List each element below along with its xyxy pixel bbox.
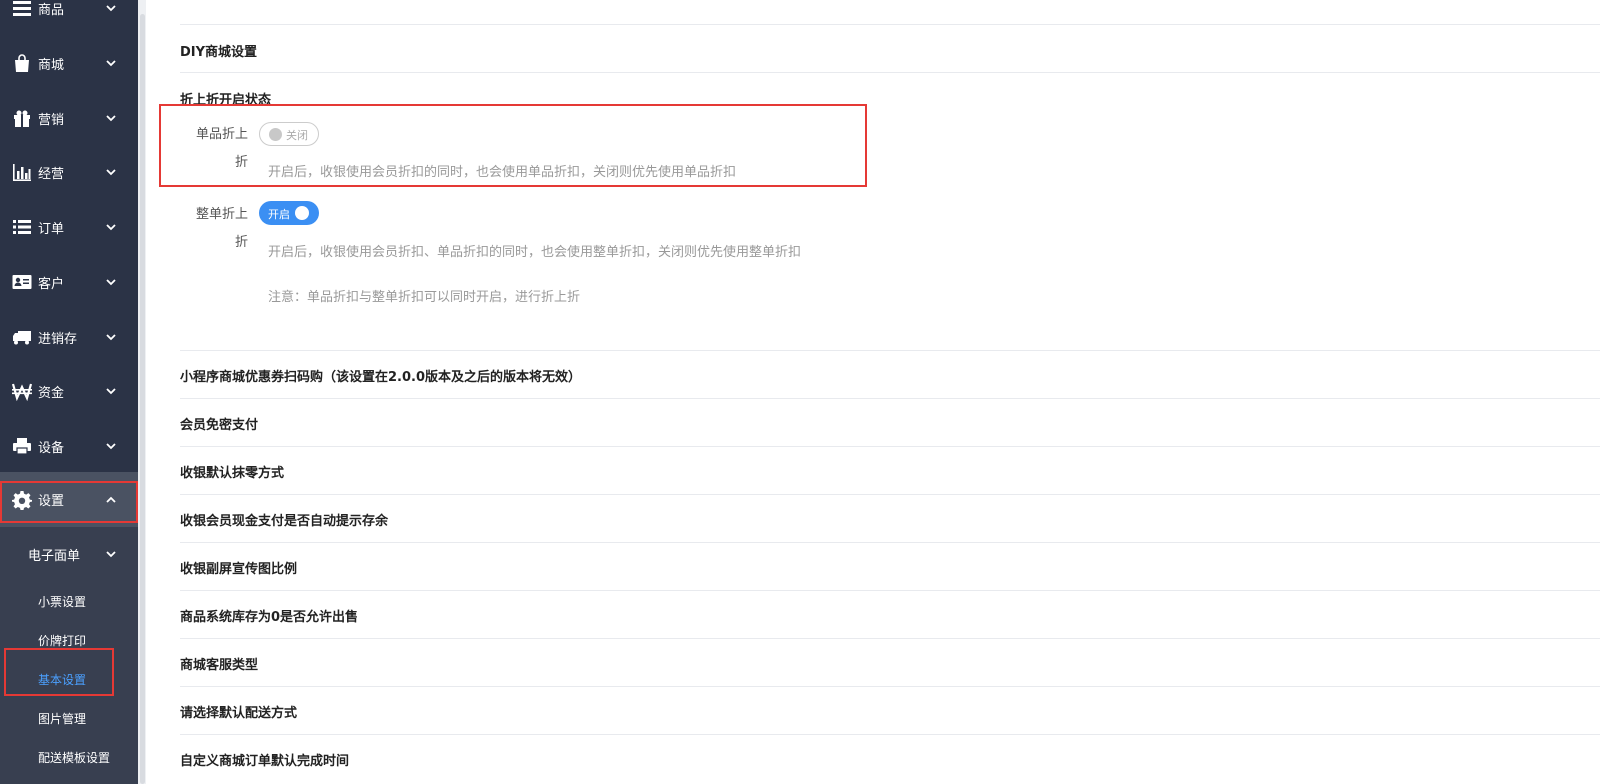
sidebar-item-label: 设置 — [38, 494, 65, 509]
single-discount-label-1: 单品折上 — [195, 127, 248, 142]
submenu-item-receipt[interactable]: 小票设置 — [0, 584, 138, 618]
section-discount-status[interactable]: 折上折开启状态 — [180, 89, 271, 108]
section-delivery[interactable]: 请选择默认配送方式 — [180, 702, 297, 721]
won-icon — [11, 380, 33, 402]
section-order-time[interactable]: 自定义商城订单默认完成时间 — [180, 750, 349, 769]
sidebar-item-devices[interactable]: 设备 — [0, 424, 138, 468]
chevron-down-icon — [104, 220, 118, 234]
sidebar-item-label: 商品 — [38, 2, 65, 18]
sidebar-item-label: 客户 — [38, 276, 65, 292]
chevron-down-icon — [104, 439, 118, 453]
discount-note: 注意：单品折扣与整单折扣可以同时开启，进行折上折 — [268, 290, 581, 305]
sidebar-item-products[interactable]: 商品 — [0, 0, 138, 30]
sidebar-item-label: 进销存 — [38, 331, 78, 347]
sidebar-item-orders[interactable]: 订单 — [0, 205, 138, 249]
sidebar-item-label: 订单 — [38, 221, 65, 237]
submenu-item-label: 基本设置 — [38, 672, 87, 687]
switch-knob — [269, 128, 282, 141]
scrollbar-thumb[interactable] — [140, 14, 145, 784]
divider — [180, 638, 1600, 639]
submenu-item-basic-settings[interactable]: 基本设置 — [0, 662, 138, 696]
settings-submenu: 电子面单 小票设置 价牌打印 基本设置 图片管理 配送模板设置 — [0, 527, 138, 784]
chevron-down-icon — [104, 384, 118, 398]
chevron-down-icon — [104, 1, 118, 15]
list-icon — [11, 216, 33, 238]
gear-icon — [11, 489, 33, 511]
switch-text: 关闭 — [286, 129, 308, 142]
submenu-item-label: 图片管理 — [38, 711, 87, 726]
sidebar-item-label: 商城 — [38, 57, 65, 73]
divider — [180, 734, 1600, 735]
main-content: DIY商城设置 折上折开启状态 单品折上 折 关闭 开启后，收银使用会员折扣的同… — [146, 0, 1600, 784]
id-card-icon — [11, 271, 33, 293]
sidebar-item-inventory[interactable]: 进销存 — [0, 315, 138, 359]
divider — [180, 686, 1600, 687]
sidebar-item-label: 设备 — [38, 440, 65, 456]
divider — [180, 24, 1600, 25]
chevron-down-icon — [104, 165, 118, 179]
submenu-group-e-waybill[interactable]: 电子面单 — [0, 534, 138, 574]
switch-knob — [295, 206, 309, 220]
section-member-pay[interactable]: 会员免密支付 — [180, 414, 258, 433]
section-cash-prompt[interactable]: 收银会员现金支付是否自动提示存余 — [180, 510, 388, 529]
sidebar-item-marketing[interactable]: 营销 — [0, 96, 138, 140]
switch-text: 开启 — [268, 208, 290, 221]
section-cs-type[interactable]: 商城客服类型 — [180, 654, 258, 673]
chevron-down-icon — [104, 56, 118, 70]
whole-discount-hint: 开启后，收银使用会员折扣、单品折扣的同时，也会使用整单折扣，关闭则优先使用整单折… — [268, 245, 802, 260]
whole-discount-switch[interactable]: 开启 — [259, 201, 319, 225]
divider — [180, 446, 1600, 447]
app-root: 商品 商城 营销 经营 订单 客户 进销存 资金 设备 设置 电子面单 小票设置… — [0, 0, 1600, 784]
submenu-group-label: 电子面单 — [28, 548, 81, 564]
sidebar-item-label: 营销 — [38, 112, 65, 128]
whole-discount-label-2: 折 — [234, 235, 248, 250]
section-zero-stock[interactable]: 商品系统库存为0是否允许出售 — [180, 606, 358, 625]
divider — [180, 542, 1600, 543]
submenu-item-images[interactable]: 图片管理 — [0, 701, 138, 735]
section-diy-mall[interactable]: DIY商城设置 — [180, 41, 257, 60]
menu-list-icon — [11, 0, 33, 19]
section-rounding[interactable]: 收银默认抹零方式 — [180, 462, 284, 481]
gift-icon — [11, 107, 33, 129]
submenu-item-label: 价牌打印 — [38, 633, 87, 648]
bar-chart-icon — [11, 161, 33, 183]
sidebar-item-operations[interactable]: 经营 — [0, 150, 138, 194]
sidebar-item-settings[interactable]: 设置 — [0, 472, 138, 527]
sidebar-item-label: 资金 — [38, 385, 65, 401]
section-coupon-scan[interactable]: 小程序商城优惠券扫码购（该设置在2.0.0版本及之后的版本将无效） — [180, 366, 581, 385]
chevron-down-icon — [104, 547, 118, 561]
divider — [180, 350, 1600, 351]
single-discount-label-2: 折 — [234, 155, 248, 170]
submenu-item-price-tag[interactable]: 价牌打印 — [0, 623, 138, 657]
shopping-bag-icon — [11, 52, 33, 74]
truck-icon — [11, 326, 33, 348]
divider — [180, 398, 1600, 399]
divider — [180, 494, 1600, 495]
sidebar-item-customers[interactable]: 客户 — [0, 260, 138, 304]
chevron-down-icon — [104, 111, 118, 125]
divider — [180, 590, 1600, 591]
chevron-down-icon — [104, 275, 118, 289]
single-discount-switch[interactable]: 关闭 — [259, 122, 319, 146]
divider — [180, 72, 1600, 73]
sidebar: 商品 商城 营销 经营 订单 客户 进销存 资金 设备 设置 电子面单 小票设置… — [0, 0, 138, 784]
submenu-item-label: 小票设置 — [38, 594, 87, 609]
sidebar-item-label: 经营 — [38, 166, 65, 182]
sidebar-item-funds[interactable]: 资金 — [0, 369, 138, 413]
submenu-item-delivery-template[interactable]: 配送模板设置 — [0, 740, 138, 774]
printer-icon — [11, 435, 33, 457]
section-screen-ratio[interactable]: 收银副屏宣传图比例 — [180, 558, 297, 577]
sidebar-item-mall[interactable]: 商城 — [0, 41, 138, 85]
chevron-down-icon — [104, 330, 118, 344]
single-discount-hint: 开启后，收银使用会员折扣的同时，也会使用单品折扣，关闭则优先使用单品折扣 — [268, 165, 737, 180]
whole-discount-label-1: 整单折上 — [195, 207, 248, 222]
submenu-item-label: 配送模板设置 — [38, 750, 111, 765]
chevron-up-icon — [104, 493, 118, 507]
